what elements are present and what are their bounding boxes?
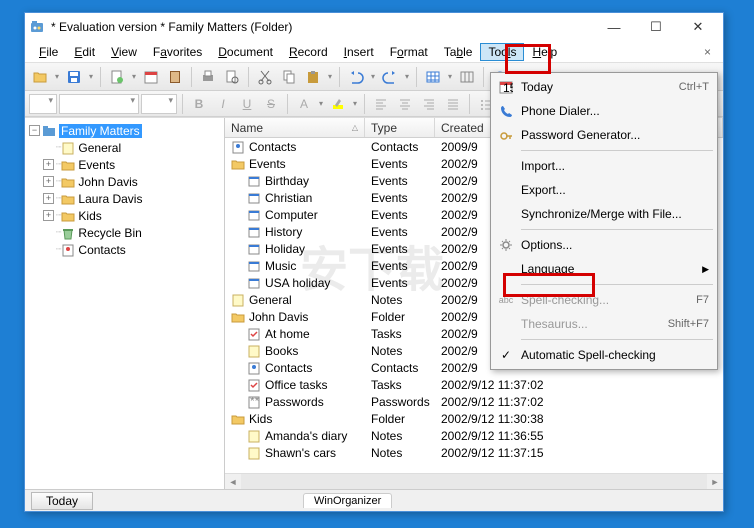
tree-item[interactable]: +┈John Davis — [27, 173, 222, 190]
tools-dropdown: 15TodayCtrl+TPhone Dialer...Password Gen… — [490, 72, 718, 370]
today-button[interactable]: Today — [31, 492, 93, 510]
align-left-icon[interactable] — [370, 93, 392, 115]
app-icon — [29, 19, 45, 35]
list-row[interactable]: Amanda's diaryNotes2002/9/12 11:36:55 — [225, 427, 723, 444]
paste-icon[interactable] — [302, 66, 324, 88]
menu-close-icon[interactable]: × — [698, 45, 717, 59]
italic-icon[interactable]: I — [212, 93, 234, 115]
menu-edit[interactable]: Edit — [66, 43, 103, 61]
tree-panel[interactable]: − Family Matters ┈General+┈Events+┈John … — [25, 118, 225, 489]
menu-today[interactable]: 15TodayCtrl+T — [493, 75, 715, 99]
menu-favorites[interactable]: Favorites — [145, 43, 210, 61]
menu-thesaurus-: Thesaurus...Shift+F7 — [493, 312, 715, 336]
style-combo[interactable] — [29, 94, 57, 114]
menu-insert[interactable]: Insert — [336, 43, 382, 61]
align-right-icon[interactable] — [418, 93, 440, 115]
strike-icon[interactable]: S — [260, 93, 282, 115]
h-scrollbar[interactable]: ◄► — [225, 473, 723, 489]
tree-item[interactable]: ┈Recycle Bin — [27, 224, 222, 241]
font-combo[interactable] — [59, 94, 139, 114]
menu-help[interactable]: Help — [524, 43, 565, 61]
grid-icon[interactable] — [456, 66, 478, 88]
window-title: * Evaluation version * Family Matters (F… — [51, 20, 593, 34]
align-center-icon[interactable] — [394, 93, 416, 115]
undo-icon[interactable] — [345, 66, 367, 88]
statusbar: Today WinOrganizer — [25, 489, 723, 511]
align-justify-icon[interactable] — [442, 93, 464, 115]
col-name[interactable]: Name△ — [225, 118, 365, 137]
highlight-icon[interactable] — [327, 93, 349, 115]
font-color-icon[interactable]: A — [293, 93, 315, 115]
menu-document[interactable]: Document — [210, 43, 281, 61]
open-icon[interactable] — [29, 66, 51, 88]
preview-icon[interactable] — [221, 66, 243, 88]
tree-item[interactable]: +┈Laura Davis — [27, 190, 222, 207]
close-button[interactable]: ✕ — [677, 14, 719, 40]
menu-phone-dialer-[interactable]: Phone Dialer... — [493, 99, 715, 123]
folder-icon — [42, 124, 56, 138]
menu-language[interactable]: Language▶ — [493, 257, 715, 281]
bold-icon[interactable]: B — [188, 93, 210, 115]
menu-import-[interactable]: Import... — [493, 154, 715, 178]
list-row[interactable]: Shawn's carsNotes2002/9/12 11:37:15 — [225, 444, 723, 461]
minimize-button[interactable]: — — [593, 14, 635, 40]
menubar: File Edit View Favorites Document Record… — [25, 41, 723, 63]
tree-item[interactable]: +┈Kids — [27, 207, 222, 224]
svg-text:15: 15 — [503, 81, 513, 94]
redo-icon[interactable] — [379, 66, 401, 88]
today-icon[interactable] — [140, 66, 162, 88]
size-combo[interactable] — [141, 94, 177, 114]
underline-icon[interactable]: U — [236, 93, 258, 115]
titlebar: * Evaluation version * Family Matters (F… — [25, 13, 723, 41]
cut-icon[interactable] — [254, 66, 276, 88]
book-icon[interactable] — [164, 66, 186, 88]
menu-format[interactable]: Format — [382, 43, 436, 61]
list-row[interactable]: KidsFolder2002/9/12 11:30:38 — [225, 410, 723, 427]
tree-root[interactable]: − Family Matters — [27, 122, 222, 139]
print-icon[interactable] — [197, 66, 219, 88]
menu-spell-checking-: abcSpell-checking...F7 — [493, 288, 715, 312]
menu-synchronize-merge-with-file-[interactable]: Synchronize/Merge with File... — [493, 202, 715, 226]
menu-file[interactable]: File — [31, 43, 66, 61]
menu-password-generator-[interactable]: Password Generator... — [493, 123, 715, 147]
new-doc-icon[interactable] — [106, 66, 128, 88]
menu-record[interactable]: Record — [281, 43, 336, 61]
svg-text:**: ** — [250, 395, 260, 408]
menu-export-[interactable]: Export... — [493, 178, 715, 202]
menu-table[interactable]: Table — [436, 43, 481, 61]
menu-tools[interactable]: Tools — [480, 43, 524, 61]
tree-item[interactable]: ┈General — [27, 139, 222, 156]
menu-view[interactable]: View — [103, 43, 145, 61]
table-icon[interactable] — [422, 66, 444, 88]
save-icon[interactable] — [63, 66, 85, 88]
list-row[interactable]: **PasswordsPasswords2002/9/12 11:37:02 — [225, 393, 723, 410]
list-row[interactable]: Office tasksTasks2002/9/12 11:37:02 — [225, 376, 723, 393]
tree-item[interactable]: ┈Contacts — [27, 241, 222, 258]
maximize-button[interactable]: ☐ — [635, 14, 677, 40]
col-type[interactable]: Type — [365, 118, 435, 137]
tree-item[interactable]: +┈Events — [27, 156, 222, 173]
copy-icon[interactable] — [278, 66, 300, 88]
doc-tab[interactable]: WinOrganizer — [303, 493, 392, 508]
menu-options-[interactable]: Options... — [493, 233, 715, 257]
menu-automatic-spell-checking[interactable]: ✓Automatic Spell-checking — [493, 343, 715, 367]
